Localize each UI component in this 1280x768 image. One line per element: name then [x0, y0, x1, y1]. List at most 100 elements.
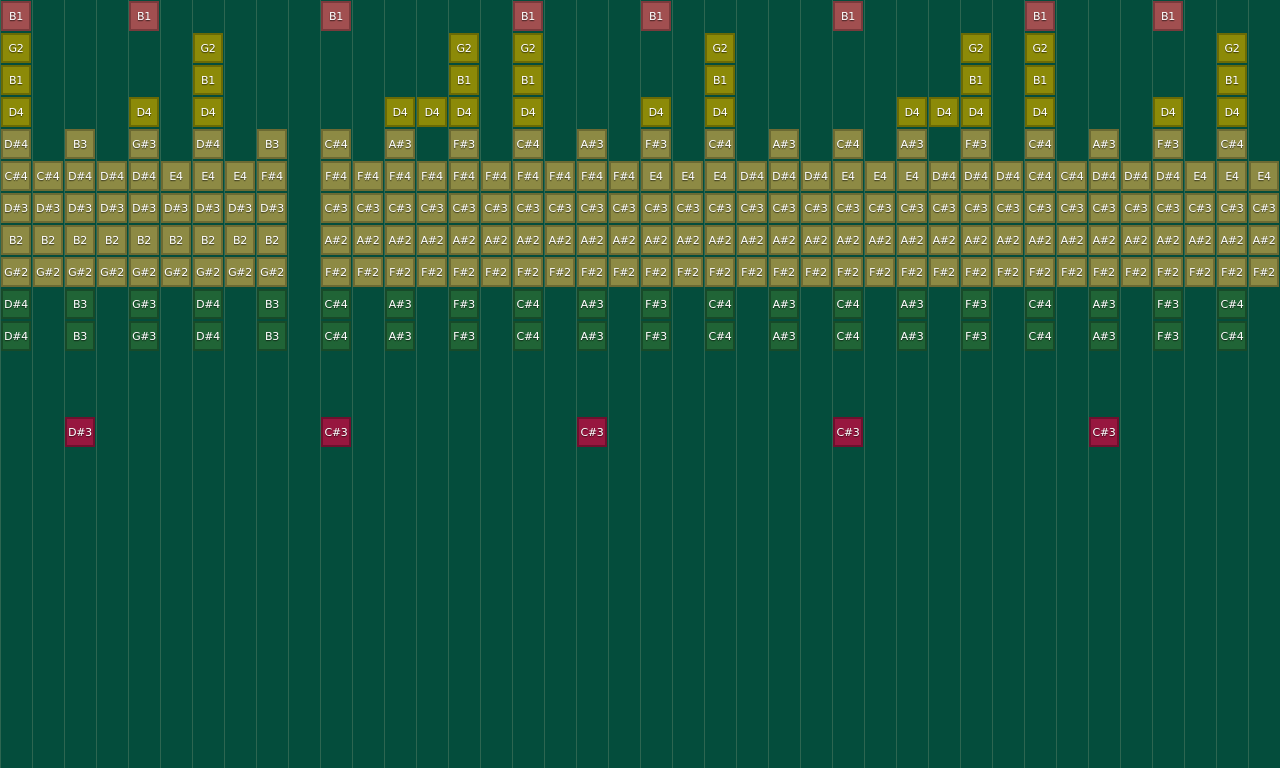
note-cell[interactable]: D#4 [193, 129, 223, 159]
note-cell[interactable]: F#2 [833, 257, 863, 287]
note-cell[interactable]: B1 [513, 1, 543, 31]
note-cell[interactable]: A#2 [353, 225, 383, 255]
note-cell[interactable]: F#3 [641, 129, 671, 159]
note-cell[interactable]: F#2 [1025, 257, 1055, 287]
note-cell[interactable]: C#3 [1153, 193, 1183, 223]
note-cell[interactable]: D#4 [193, 321, 223, 351]
note-cell[interactable]: D#3 [33, 193, 63, 223]
note-cell[interactable]: A#2 [321, 225, 351, 255]
note-cell[interactable]: A#2 [577, 225, 607, 255]
note-cell[interactable]: F#3 [449, 321, 479, 351]
note-cell[interactable]: D#3 [257, 193, 287, 223]
note-cell[interactable]: A#2 [1057, 225, 1087, 255]
note-cell[interactable]: D4 [1025, 97, 1055, 127]
note-cell[interactable]: F#4 [577, 161, 607, 191]
note-cell[interactable]: F#3 [449, 289, 479, 319]
note-cell[interactable]: C#4 [513, 321, 543, 351]
note-cell[interactable]: C#3 [961, 193, 991, 223]
note-cell[interactable]: C#3 [577, 417, 607, 447]
note-cell[interactable]: F#2 [993, 257, 1023, 287]
note-cell[interactable]: D4 [1153, 97, 1183, 127]
note-cell[interactable]: A#3 [769, 321, 799, 351]
note-cell[interactable]: A#2 [993, 225, 1023, 255]
note-cell[interactable]: C#3 [1089, 417, 1119, 447]
note-cell[interactable]: C#4 [33, 161, 63, 191]
note-cell[interactable]: F#2 [577, 257, 607, 287]
note-cell[interactable]: F#2 [449, 257, 479, 287]
note-cell[interactable]: F#2 [609, 257, 639, 287]
note-cell[interactable]: C#3 [545, 193, 575, 223]
note-cell[interactable]: F#3 [1153, 321, 1183, 351]
note-cell[interactable]: C#4 [1025, 289, 1055, 319]
note-cell[interactable]: G#3 [129, 129, 159, 159]
note-cell[interactable]: B1 [641, 1, 671, 31]
note-cell[interactable]: A#3 [897, 129, 927, 159]
note-cell[interactable]: B1 [1153, 1, 1183, 31]
note-cell[interactable]: D#3 [97, 193, 127, 223]
note-cell[interactable]: C#3 [1121, 193, 1151, 223]
note-cell[interactable]: B2 [129, 225, 159, 255]
note-cell[interactable]: C#3 [609, 193, 639, 223]
note-cell[interactable]: C#4 [1025, 321, 1055, 351]
note-cell[interactable]: D#4 [193, 289, 223, 319]
note-cell[interactable]: F#3 [961, 129, 991, 159]
note-cell[interactable]: C#3 [1185, 193, 1215, 223]
note-cell[interactable]: C#3 [993, 193, 1023, 223]
note-cell[interactable]: F#2 [673, 257, 703, 287]
note-cell[interactable]: A#3 [769, 289, 799, 319]
note-cell[interactable]: B1 [705, 65, 735, 95]
note-cell[interactable]: F#4 [321, 161, 351, 191]
note-cell[interactable]: F#2 [769, 257, 799, 287]
note-cell[interactable]: A#2 [609, 225, 639, 255]
note-cell[interactable]: C#4 [1217, 321, 1247, 351]
note-cell[interactable]: B1 [833, 1, 863, 31]
note-cell[interactable]: B2 [1, 225, 31, 255]
note-cell[interactable]: A#2 [1185, 225, 1215, 255]
note-cell[interactable]: D#4 [1153, 161, 1183, 191]
note-cell[interactable]: C#4 [1217, 129, 1247, 159]
note-cell[interactable]: F#2 [1089, 257, 1119, 287]
note-cell[interactable]: D#3 [65, 193, 95, 223]
note-cell[interactable]: C#4 [321, 289, 351, 319]
note-cell[interactable]: B1 [1, 1, 31, 31]
note-cell[interactable]: F#3 [1153, 289, 1183, 319]
note-cell[interactable]: F#4 [257, 161, 287, 191]
note-cell[interactable]: C#3 [449, 193, 479, 223]
note-cell[interactable]: D#4 [801, 161, 831, 191]
note-cell[interactable]: G#2 [257, 257, 287, 287]
note-cell[interactable]: F#2 [1217, 257, 1247, 287]
note-cell[interactable]: C#3 [577, 193, 607, 223]
note-cell[interactable]: F#2 [513, 257, 543, 287]
note-cell[interactable]: D4 [641, 97, 671, 127]
note-cell[interactable]: B1 [129, 1, 159, 31]
note-cell[interactable]: B3 [257, 289, 287, 319]
note-cell[interactable]: D4 [1, 97, 31, 127]
note-cell[interactable]: G#2 [129, 257, 159, 287]
note-cell[interactable]: D#4 [1, 289, 31, 319]
note-cell[interactable]: C#3 [801, 193, 831, 223]
note-cell[interactable]: A#3 [577, 289, 607, 319]
note-cell[interactable]: C#4 [833, 321, 863, 351]
note-cell[interactable]: D#4 [65, 161, 95, 191]
note-cell[interactable]: A#3 [385, 129, 415, 159]
note-cell[interactable]: A#2 [833, 225, 863, 255]
note-cell[interactable]: G#2 [1, 257, 31, 287]
note-cell[interactable]: F#2 [865, 257, 895, 287]
note-cell[interactable]: B2 [33, 225, 63, 255]
note-cell[interactable]: F#2 [961, 257, 991, 287]
note-cell[interactable]: B2 [161, 225, 191, 255]
note-cell[interactable]: A#2 [449, 225, 479, 255]
note-cell[interactable]: F#2 [929, 257, 959, 287]
note-cell[interactable]: C#4 [705, 321, 735, 351]
note-cell[interactable]: A#2 [801, 225, 831, 255]
note-cell[interactable]: B1 [1025, 1, 1055, 31]
note-cell[interactable]: F#2 [1153, 257, 1183, 287]
note-cell[interactable]: C#4 [705, 289, 735, 319]
note-cell[interactable]: C#3 [897, 193, 927, 223]
note-cell[interactable]: D#3 [1, 193, 31, 223]
note-cell[interactable]: C#3 [385, 193, 415, 223]
note-cell[interactable]: E4 [1217, 161, 1247, 191]
note-cell[interactable]: F#2 [1185, 257, 1215, 287]
note-cell[interactable]: A#3 [577, 321, 607, 351]
note-cell[interactable]: B1 [193, 65, 223, 95]
